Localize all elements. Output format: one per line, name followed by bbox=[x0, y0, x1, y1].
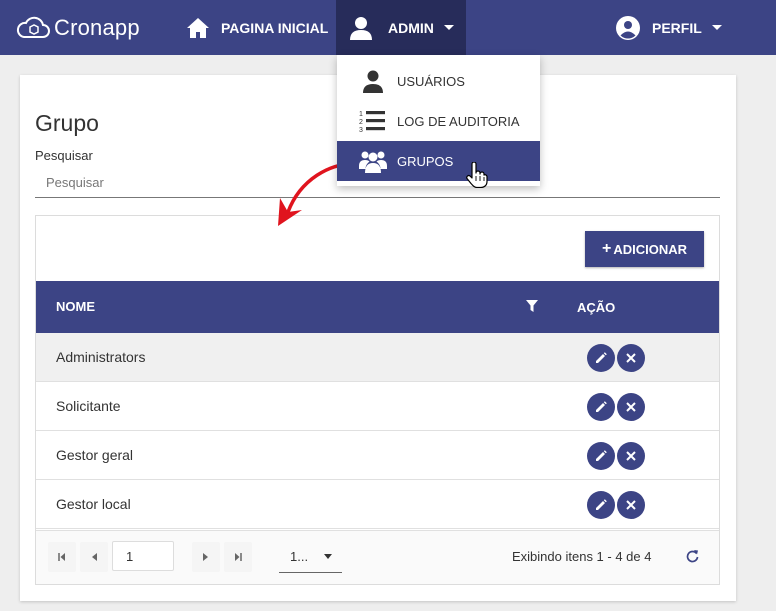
row-name: Gestor geral bbox=[56, 447, 134, 463]
first-page-icon[interactable] bbox=[48, 542, 76, 572]
users-group-icon bbox=[359, 151, 387, 173]
menu-item-label: LOG DE AUDITORIA bbox=[397, 114, 520, 129]
table-row[interactable]: Gestor local bbox=[36, 480, 719, 529]
chevron-down-icon bbox=[443, 25, 454, 30]
row-name: Solicitante bbox=[56, 398, 121, 414]
column-header-name[interactable]: NOME bbox=[56, 299, 95, 314]
column-header-action: AÇÃO bbox=[577, 300, 616, 315]
table-row[interactable]: Gestor geral bbox=[36, 431, 719, 480]
refresh-icon[interactable] bbox=[686, 549, 699, 563]
delete-button[interactable] bbox=[617, 442, 645, 470]
nav-admin-label: ADMIN bbox=[388, 19, 434, 36]
row-name: Gestor local bbox=[56, 496, 131, 512]
search-label: Pesquisar bbox=[35, 148, 93, 163]
page-title: Grupo bbox=[35, 110, 99, 136]
close-icon bbox=[626, 353, 636, 363]
page-size-value: 1... bbox=[290, 549, 309, 564]
hand-cursor-icon bbox=[466, 162, 488, 188]
prev-page-icon[interactable] bbox=[80, 542, 108, 572]
chevron-down-icon bbox=[711, 25, 722, 30]
home-icon bbox=[187, 17, 209, 38]
top-navbar: Cronapp PAGINA INICIAL ADMIN PERFIL bbox=[0, 0, 776, 55]
admin-dropdown-menu: USUÁRIOS 1 2 3 LOG DE AUDITORIA GRUPOS bbox=[337, 55, 540, 186]
brand-logo[interactable]: Cronapp bbox=[16, 12, 140, 44]
menu-item-label: GRUPOS bbox=[397, 154, 454, 169]
edit-button[interactable] bbox=[587, 344, 615, 372]
last-page-icon[interactable] bbox=[224, 542, 252, 572]
page-size-select[interactable]: 1... bbox=[279, 541, 342, 573]
menu-item-usuarios[interactable]: USUÁRIOS bbox=[337, 61, 540, 101]
grid-header: NOME AÇÃO bbox=[36, 281, 719, 333]
delete-button[interactable] bbox=[617, 491, 645, 519]
row-name: Administrators bbox=[56, 349, 146, 365]
nav-profile[interactable]: PERFIL bbox=[616, 0, 722, 55]
close-icon bbox=[626, 451, 636, 461]
next-page-icon[interactable] bbox=[192, 542, 220, 572]
add-button[interactable]: + ADICIONAR bbox=[585, 231, 704, 267]
pencil-icon bbox=[596, 401, 607, 412]
nav-profile-label: PERFIL bbox=[652, 19, 702, 36]
filter-icon[interactable] bbox=[526, 300, 538, 312]
user-icon bbox=[350, 16, 372, 40]
menu-item-log-auditoria[interactable]: 1 2 3 LOG DE AUDITORIA bbox=[337, 101, 540, 141]
table-row[interactable]: Administrators bbox=[36, 333, 719, 382]
numbered-list-icon: 1 2 3 bbox=[359, 111, 385, 133]
table-row[interactable]: Solicitante bbox=[36, 382, 719, 431]
svg-text:2: 2 bbox=[359, 119, 363, 126]
edit-button[interactable] bbox=[587, 393, 615, 421]
brand-name: Cronapp bbox=[54, 15, 140, 40]
svg-text:3: 3 bbox=[359, 127, 363, 133]
pencil-icon bbox=[596, 499, 607, 510]
chevron-down-icon bbox=[324, 554, 332, 559]
pager: 1 1... Exibindo itens 1 - 4 de 4 bbox=[36, 530, 719, 584]
close-icon bbox=[626, 402, 636, 412]
user-icon bbox=[363, 70, 383, 93]
cloud-logo-icon bbox=[16, 16, 50, 38]
user-circle-icon bbox=[616, 15, 640, 40]
pencil-icon bbox=[596, 450, 607, 461]
page-number-input[interactable]: 1 bbox=[112, 541, 174, 571]
pager-info: Exibindo itens 1 - 4 de 4 bbox=[512, 549, 652, 564]
close-icon bbox=[626, 500, 636, 510]
svg-text:1: 1 bbox=[359, 111, 363, 118]
menu-item-label: USUÁRIOS bbox=[397, 74, 465, 89]
nav-home[interactable]: PAGINA INICIAL bbox=[186, 0, 328, 55]
add-button-label: ADICIONAR bbox=[613, 241, 687, 257]
plus-icon: + bbox=[601, 240, 612, 257]
nav-admin[interactable]: ADMIN bbox=[336, 0, 466, 55]
menu-item-grupos[interactable]: GRUPOS bbox=[337, 141, 540, 181]
pencil-icon bbox=[596, 352, 607, 363]
delete-button[interactable] bbox=[617, 393, 645, 421]
edit-button[interactable] bbox=[587, 442, 615, 470]
delete-button[interactable] bbox=[617, 344, 645, 372]
edit-button[interactable] bbox=[587, 491, 615, 519]
nav-home-label: PAGINA INICIAL bbox=[221, 19, 329, 36]
groups-grid: + ADICIONAR NOME AÇÃO Administrators Sol… bbox=[35, 215, 720, 585]
